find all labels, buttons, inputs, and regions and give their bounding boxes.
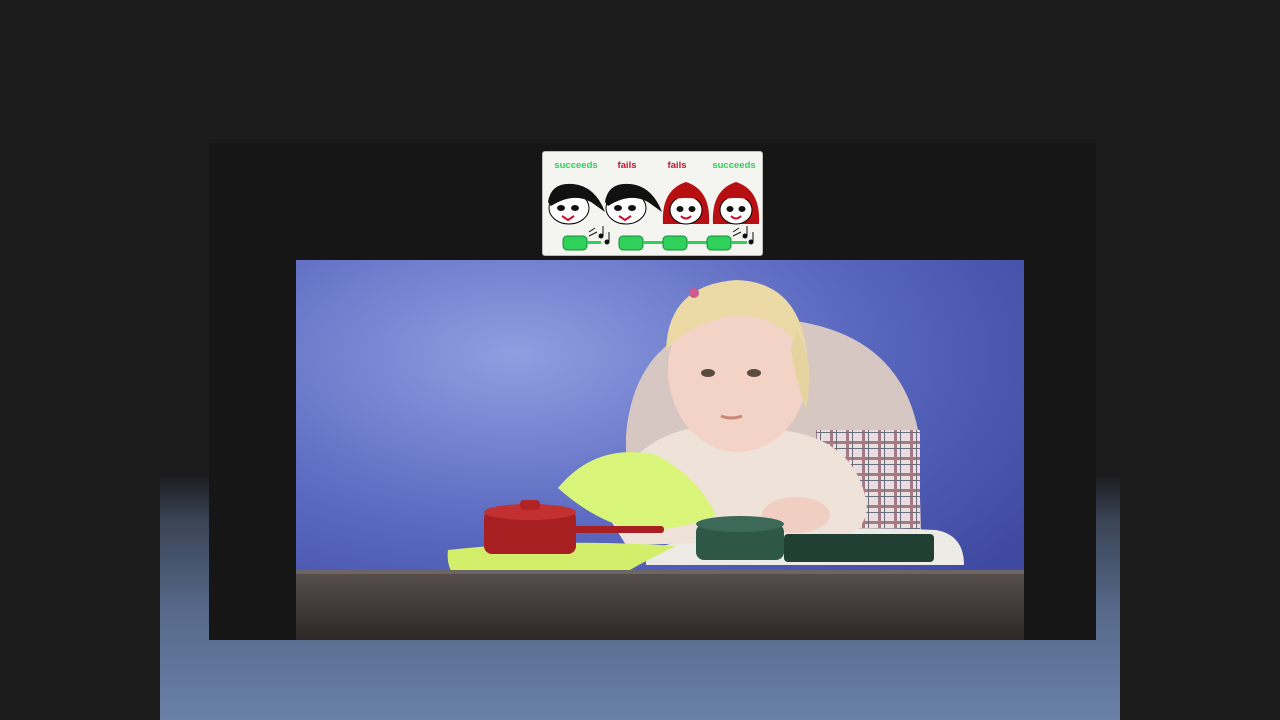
toy-pots-icon — [562, 235, 747, 251]
legend-illustration — [548, 182, 760, 251]
face-black-hair-icon — [548, 183, 605, 225]
video-frame — [296, 260, 1024, 640]
outcome-legend: succeeds fails fails succeeds — [542, 151, 763, 256]
toddler-scene — [296, 260, 1024, 640]
face-black-hair-icon — [605, 183, 662, 225]
face-red-hair-icon — [712, 182, 760, 225]
table — [296, 570, 1024, 640]
face-red-hair-icon — [662, 182, 710, 225]
